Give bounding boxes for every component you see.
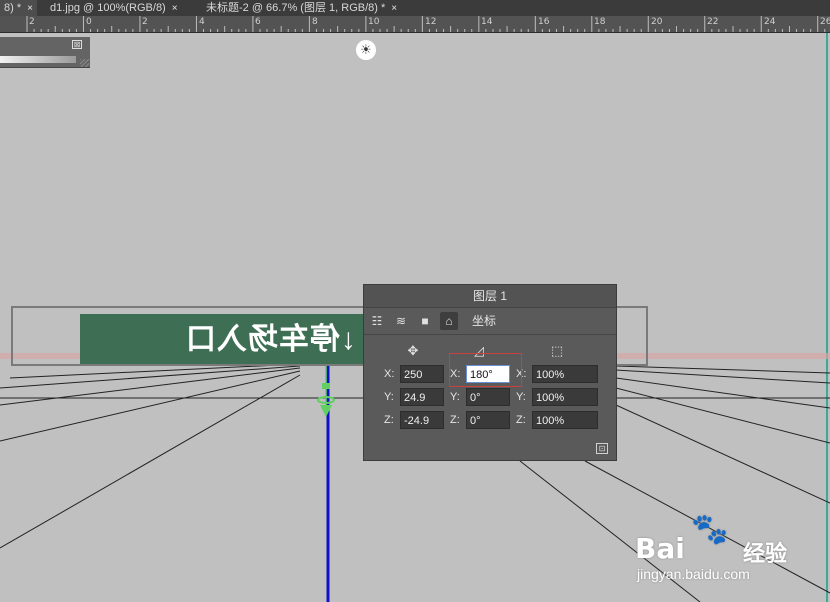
tab-close-icon[interactable]: × — [172, 3, 178, 14]
panel-toolbar: ☷ ≋ ■ ⌂ 坐标 — [364, 308, 616, 335]
position-x-field[interactable]: 250 — [400, 365, 444, 383]
watermark-logo: Bai — [635, 532, 685, 565]
ruler-label: 8 — [312, 17, 318, 27]
position-z-label: Z: — [384, 414, 394, 426]
tab-document-3[interactable]: 未标题-2 @ 66.7% (图层 1, RGB/8) * × — [202, 0, 401, 16]
annotation-highlight-box — [449, 353, 522, 387]
collapsed-panel: ⊠ — [0, 37, 90, 68]
watermark-logo-suffix: 经验 — [743, 541, 788, 566]
ruler-label: 24 — [764, 17, 776, 27]
horizontal-ruler[interactable]: 2 0 2 4 6 8 10 12 14 16 18 20 22 24 26 — [0, 16, 830, 33]
position-z-field[interactable]: -24.9 — [400, 411, 444, 429]
watermark-url: jingyan.baidu.com — [637, 566, 750, 582]
tab-close-icon[interactable]: × — [27, 3, 33, 14]
rotation-z-label: Z: — [450, 414, 460, 426]
tab-label: 未标题-2 @ 66.7% (图层 1, RGB/8) * — [206, 2, 386, 14]
scale-y-field[interactable]: 100% — [532, 388, 598, 406]
paw-logo-icon: 🐾 — [691, 513, 729, 546]
ruler-label: 20 — [651, 17, 663, 27]
postcard-text: ↓停车场入口 — [185, 323, 356, 356]
ruler-label: 4 — [199, 17, 205, 27]
layer-filter-icon[interactable]: ☷ — [368, 312, 386, 330]
mode-label: 坐标 — [472, 314, 497, 328]
rotation-y-label: Y: — [450, 391, 460, 403]
move-icon: ✥ — [407, 343, 419, 358]
scale-y-label: Y: — [516, 391, 526, 403]
ruler-label: 2 — [142, 17, 148, 27]
rotation-y-field[interactable]: 0° — [466, 388, 510, 406]
light-source-icon[interactable]: ☀ — [356, 40, 376, 60]
ruler-label: 2 — [29, 17, 35, 27]
scale-z-field[interactable]: 100% — [532, 411, 598, 429]
tab-label: 8) * — [4, 2, 22, 14]
position-y-label: Y: — [384, 391, 394, 403]
tab-label: d1.jpg @ 100%(RGB/8) — [50, 2, 166, 14]
gradient-bar — [0, 56, 76, 63]
ruler-label: 12 — [425, 17, 437, 27]
ruler-label: 10 — [368, 17, 380, 27]
scale-x-field[interactable]: 100% — [532, 365, 598, 383]
ruler-ticks — [26, 16, 826, 32]
ruler-label: 14 — [481, 17, 493, 27]
tab-document-2[interactable]: d1.jpg @ 100%(RGB/8) × — [46, 0, 182, 16]
ruler-label: 16 — [538, 17, 550, 27]
tab-document-1[interactable]: 8) * × — [0, 0, 37, 16]
expand-icon[interactable]: ⊠ — [72, 40, 82, 49]
resize-grip-icon[interactable] — [80, 59, 89, 67]
scale-z-label: Z: — [516, 414, 526, 426]
position-x-label: X: — [384, 368, 395, 380]
scale-icon: ⬚ — [550, 343, 564, 358]
ruler-label: 26 — [820, 17, 830, 27]
position-y-field[interactable]: 24.9 — [400, 388, 444, 406]
ruler-label: 18 — [594, 17, 606, 27]
mesh-icon[interactable]: ≋ — [392, 312, 410, 330]
panel-options-icon[interactable]: ⊡ — [596, 443, 608, 454]
panel-title[interactable]: 图层 1 — [364, 285, 616, 308]
ruler-label: 6 — [255, 17, 261, 27]
document-tab-bar: 8) * × d1.jpg @ 100%(RGB/8) × 未标题-2 @ 66.7… — [0, 0, 830, 17]
coordinates-icon[interactable]: ⌂ — [440, 312, 458, 330]
ruler-label: 22 — [707, 17, 719, 27]
rotation-z-field[interactable]: 0° — [466, 411, 510, 429]
camera-icon[interactable]: ■ — [416, 312, 434, 330]
tab-close-icon[interactable]: × — [391, 3, 397, 14]
watermark: 🐾 Bai 经验 jingyan.baidu.com — [635, 510, 825, 585]
ruler-label: 0 — [86, 17, 92, 27]
